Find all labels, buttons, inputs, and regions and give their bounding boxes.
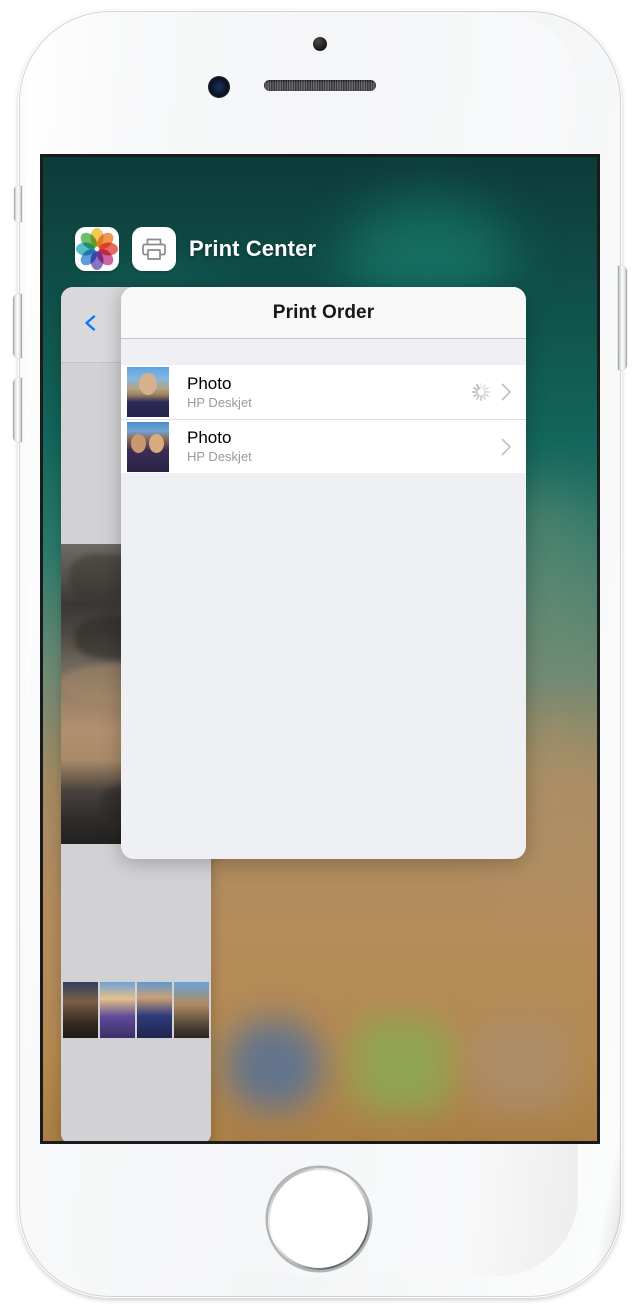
screen-bezel: Print Center Print Order Photo HP Deskje…	[40, 154, 600, 1144]
blurred-dock-icon	[473, 1019, 571, 1111]
earpiece-speaker-icon	[264, 80, 376, 91]
app-card-print-center[interactable]: Print Order Photo HP Deskjet Photo HP De…	[121, 287, 526, 859]
job-title: Photo	[187, 373, 232, 393]
job-printer-name: HP Deskjet	[187, 394, 252, 410]
activity-spinner-icon	[471, 382, 491, 402]
front-camera-icon	[208, 76, 230, 98]
print-job-list: Photo HP Deskjet Photo HP Deskjet	[121, 365, 526, 473]
print-center-app-icon[interactable]	[132, 227, 176, 271]
power-button[interactable]	[618, 266, 627, 370]
blurred-dock-icon	[225, 1019, 323, 1111]
chevron-right-icon[interactable]	[501, 438, 512, 456]
screenshot-stage: Print Center Print Order Photo HP Deskje…	[0, 0, 640, 1308]
job-printer-name: HP Deskjet	[187, 449, 252, 464]
list-top-spacer	[121, 339, 526, 365]
home-button[interactable]	[270, 1170, 368, 1268]
page-title: Print Order	[272, 301, 375, 323]
blurred-dock-icon	[353, 1019, 451, 1111]
volume-down-button[interactable]	[13, 378, 22, 442]
app-switcher-app-label: Print Center	[189, 236, 317, 261]
proximity-sensor-icon	[313, 37, 327, 51]
job-title: Photo	[187, 428, 232, 447]
row-text: Photo HP Deskjet	[187, 428, 501, 465]
photo-thumbnail[interactable]	[63, 982, 98, 1038]
spinner-tick	[480, 395, 482, 401]
list-empty-area	[121, 473, 526, 713]
photo-thumbnail	[127, 367, 169, 417]
mute-switch[interactable]	[14, 186, 22, 222]
photo-thumbnail[interactable]	[137, 982, 172, 1038]
photos-app-icon[interactable]	[75, 227, 119, 271]
back-chevron-icon[interactable]	[81, 313, 101, 333]
table-row[interactable]: Photo HP Deskjet	[121, 365, 526, 419]
row-accessories	[501, 438, 526, 456]
table-row[interactable]: Photo HP Deskjet	[121, 419, 526, 473]
volume-up-button[interactable]	[13, 294, 22, 358]
row-accessories	[471, 382, 526, 402]
photo-thumbnail	[127, 421, 169, 472]
photo-thumbnail[interactable]	[100, 982, 135, 1038]
chevron-right-icon[interactable]	[501, 383, 512, 401]
photos-thumbnail-strip[interactable]	[61, 982, 211, 1038]
print-order-nav-bar: Print Order	[121, 287, 526, 339]
app-switcher-header: Print Center	[75, 227, 316, 271]
photo-thumbnail[interactable]	[174, 982, 209, 1038]
screen: Print Center Print Order Photo HP Deskje…	[43, 157, 597, 1141]
row-text: Photo HP Deskjet	[187, 374, 471, 411]
